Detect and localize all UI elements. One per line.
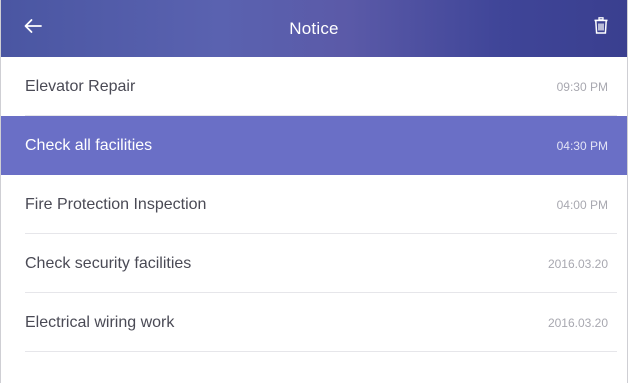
- header-bar: Notice: [1, 0, 627, 57]
- notice-title: Electrical wiring work: [25, 313, 175, 331]
- arrow-left-icon: [23, 18, 43, 39]
- notice-list: Elevator Repair 09:30 PM Check all facil…: [1, 57, 627, 352]
- notice-item[interactable]: Elevator Repair 09:30 PM: [1, 57, 627, 116]
- notice-item[interactable]: Check all facilities 04:30 PM: [1, 116, 627, 175]
- notice-title: Fire Protection Inspection: [25, 195, 207, 213]
- trash-icon: [594, 17, 608, 39]
- delete-button[interactable]: [590, 17, 612, 39]
- notice-title: Elevator Repair: [25, 77, 136, 95]
- page-title: Notice: [289, 18, 339, 38]
- notice-time: 09:30 PM: [556, 79, 608, 94]
- notice-title: Check all facilities: [25, 136, 153, 154]
- notice-time: 04:30 PM: [556, 138, 608, 153]
- notice-time: 2016.03.20: [547, 256, 608, 271]
- divider: [25, 351, 617, 352]
- notice-time: 2016.03.20: [547, 315, 608, 330]
- notice-time: 04:00 PM: [556, 197, 608, 212]
- back-button[interactable]: [21, 16, 45, 40]
- notice-title: Check security facilities: [25, 254, 192, 272]
- notice-screen: Notice Elevator Repair 09:30 PM Check al…: [0, 0, 628, 383]
- notice-item[interactable]: Electrical wiring work 2016.03.20: [1, 293, 627, 352]
- notice-item[interactable]: Check security facilities 2016.03.20: [1, 234, 627, 293]
- notice-item[interactable]: Fire Protection Inspection 04:00 PM: [1, 175, 627, 234]
